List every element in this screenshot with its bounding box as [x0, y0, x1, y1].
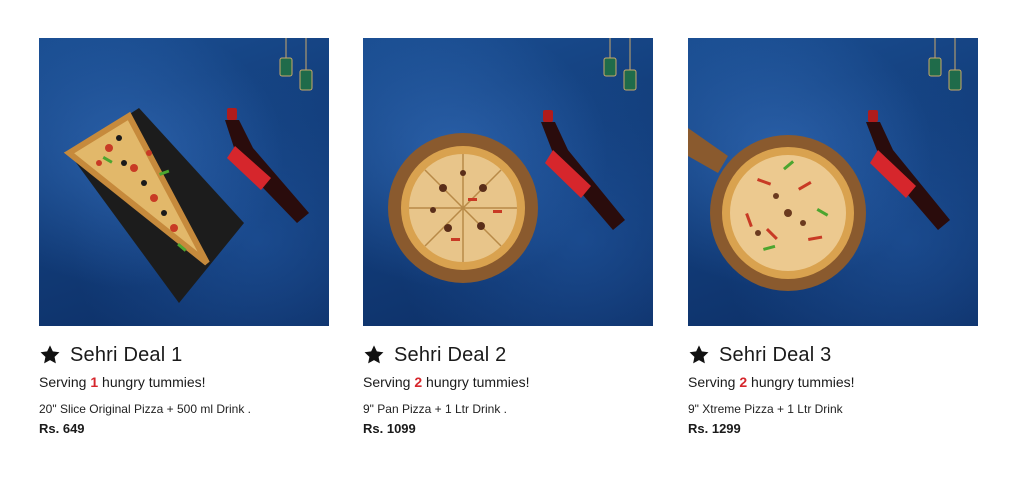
cola-bottle-icon — [225, 108, 309, 223]
deal-2-description: 9" Pan Pizza + 1 Ltr Drink . — [363, 402, 507, 416]
deal-1-title[interactable]: Sehri Deal 1 — [70, 344, 182, 367]
serving-count: 2 — [739, 374, 748, 390]
deal-card-1[interactable]: Sehri Deal 1 Serving 1 hungry tummies! 2… — [39, 38, 329, 416]
star-icon — [689, 345, 709, 364]
serving-suffix: hungry tummies! — [426, 374, 530, 390]
deal-1-image[interactable] — [39, 38, 329, 326]
deals-grid: Sehri Deal 1 Serving 1 hungry tummies! 2… — [0, 0, 1024, 481]
serving-prefix: Serving — [39, 374, 87, 390]
deal-2-title[interactable]: Sehri Deal 2 — [394, 344, 506, 367]
board-handle — [688, 128, 728, 173]
deal-2-title-row: Sehri Deal 2 — [363, 342, 653, 368]
deal-1-description: 20" Slice Original Pizza + 500 ml Drink … — [39, 402, 252, 416]
serving-count: 2 — [414, 374, 423, 390]
deal-card-3[interactable]: Sehri Deal 3 Serving 2 hungry tummies! 9… — [688, 38, 978, 416]
deal-3-price: Rs. 1299 — [688, 421, 741, 436]
cola-bottle-icon — [866, 110, 950, 230]
deal-1-serving: Serving 1 hungry tummies! — [39, 374, 329, 390]
deal-1-price: Rs. 649 — [39, 421, 85, 436]
serving-prefix: Serving — [688, 374, 736, 390]
star-icon — [40, 345, 60, 364]
serving-prefix: Serving — [363, 374, 411, 390]
deal-3-image[interactable] — [688, 38, 978, 326]
cola-bottle-icon — [541, 110, 625, 230]
lantern-icon — [603, 38, 637, 91]
deal-1-title-row: Sehri Deal 1 — [39, 342, 329, 368]
deal-3-illustration — [688, 38, 962, 291]
star-icon — [364, 345, 384, 364]
deal-2-illustration — [388, 38, 637, 283]
deal-card-2[interactable]: Sehri Deal 2 Serving 2 hungry tummies! 9… — [363, 38, 653, 416]
serving-count: 1 — [90, 374, 99, 390]
lantern-icon — [928, 38, 962, 91]
deal-2-image[interactable] — [363, 38, 653, 326]
deal-3-title-row: Sehri Deal 3 — [688, 342, 978, 368]
lantern-icon — [279, 38, 313, 91]
deal-1-illustration — [63, 38, 313, 303]
serving-suffix: hungry tummies! — [751, 374, 855, 390]
deal-2-serving: Serving 2 hungry tummies! — [363, 374, 653, 390]
deal-3-description: 9" Xtreme Pizza + 1 Ltr Drink — [688, 402, 843, 416]
serving-suffix: hungry tummies! — [102, 374, 206, 390]
deal-3-serving: Serving 2 hungry tummies! — [688, 374, 978, 390]
deal-2-price: Rs. 1099 — [363, 421, 416, 436]
deal-3-title[interactable]: Sehri Deal 3 — [719, 344, 831, 367]
